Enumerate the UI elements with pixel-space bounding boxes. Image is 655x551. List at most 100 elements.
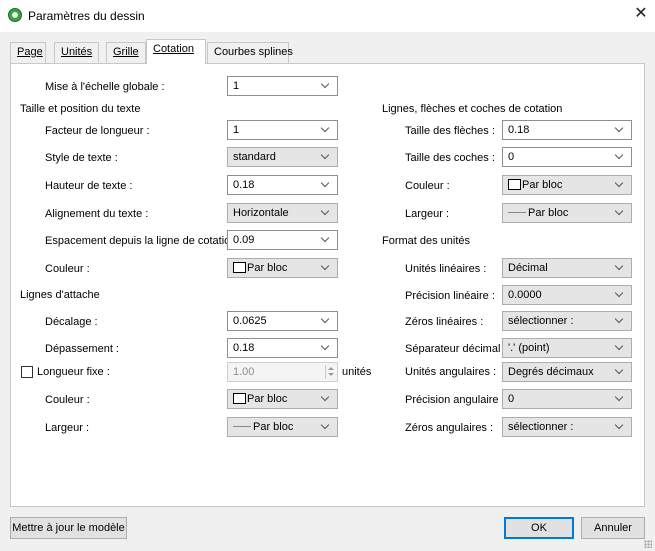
chevron-down-icon [615, 289, 625, 299]
line-width-select[interactable]: Par bloc [502, 203, 632, 223]
chevron-down-icon [321, 207, 331, 217]
ext-width-label: Largeur : [45, 422, 90, 434]
chevron-down-icon [321, 315, 331, 325]
chevron-down-icon [321, 124, 331, 134]
combo-value: '.' (point) [508, 342, 550, 354]
global-scale-label: Mise à l'échelle globale : [45, 81, 165, 93]
chevron-down-icon [321, 234, 331, 244]
chevron-down-icon [321, 80, 331, 90]
combo-value: Décimal [508, 262, 548, 274]
combo-value: 0.0000 [508, 289, 542, 301]
linear-units-label: Unités linéaires : [405, 263, 487, 275]
chevron-down-icon [615, 179, 625, 189]
chevron-down-icon [321, 262, 331, 272]
linear-precision-label: Précision linéaire : [405, 290, 495, 302]
chevron-down-icon [321, 179, 331, 189]
tab-label: Grille [113, 46, 139, 58]
line-width-icon [233, 426, 251, 427]
fixed-length-unit: unités [342, 366, 372, 378]
section-extension: Lignes d'attache [20, 289, 100, 301]
tab-units[interactable]: Unités [54, 42, 99, 63]
line-width-icon [508, 212, 526, 213]
tab-splines[interactable]: Courbes splines [207, 42, 293, 63]
cancel-button[interactable]: Annuler [581, 517, 645, 539]
line-color-label: Couleur : [405, 180, 450, 192]
resize-grip-icon[interactable] [644, 540, 652, 548]
combo-value: 1 [233, 124, 240, 136]
combo-value: 0.09 [233, 234, 255, 246]
linear-zeros-label: Zéros linéaires : [405, 316, 484, 328]
arrow-size-combo[interactable]: 0.18 [502, 120, 632, 140]
linear-units-select[interactable]: Décimal [502, 258, 632, 278]
tab-page[interactable]: Page [10, 42, 46, 63]
tab-label: Unités [61, 46, 93, 58]
overshoot-label: Dépassement : [45, 343, 119, 355]
angular-zeros-select[interactable]: sélectionner : [502, 417, 632, 437]
combo-value: Par bloc [247, 262, 288, 274]
decimal-sep-select[interactable]: '.' (point) [502, 338, 632, 358]
chevron-down-icon [615, 421, 625, 431]
combo-value: 0 [508, 151, 515, 163]
window-title: Paramètres du dessin [28, 9, 145, 23]
combo-value: sélectionner : [508, 315, 574, 327]
offset-combo[interactable]: 0.0625 [227, 311, 338, 331]
overshoot-combo[interactable]: 0.18 [227, 338, 338, 358]
color-swatch [508, 179, 521, 190]
angular-units-label: Unités angulaires : [405, 366, 497, 378]
length-factor-label: Facteur de longueur : [45, 125, 150, 137]
fixed-length-checkbox[interactable] [21, 366, 33, 378]
text-color-label: Couleur : [45, 263, 90, 275]
linear-zeros-select[interactable]: sélectionner : [502, 311, 632, 331]
chevron-down-icon [615, 151, 625, 161]
text-color-select[interactable]: Par bloc [227, 258, 338, 278]
combo-value: Par bloc [247, 393, 288, 405]
tab-dimension[interactable]: Cotation [146, 39, 206, 64]
tick-size-label: Taille des coches : [405, 152, 495, 164]
combo-value: 1 [233, 80, 240, 92]
section-lines: Lignes, flèches et coches de cotation [382, 103, 563, 115]
chevron-down-icon [615, 315, 625, 325]
decimal-sep-label: Séparateur décimal : [405, 343, 507, 355]
text-height-label: Hauteur de texte : [45, 180, 133, 192]
spacing-label: Espacement depuis la ligne de cotation : [45, 235, 243, 247]
update-model-button[interactable]: Mettre à jour le modèle [10, 517, 127, 539]
ok-button[interactable]: OK [504, 517, 574, 539]
combo-value: standard [233, 151, 276, 163]
offset-label: Décalage : [45, 316, 98, 328]
line-width-label: Largeur : [405, 208, 450, 220]
close-icon[interactable]: ✕ [633, 6, 649, 22]
linear-precision-select[interactable]: 0.0000 [502, 285, 632, 305]
spacing-combo[interactable]: 0.09 [227, 230, 338, 250]
fixed-length-spinbox[interactable]: 1.00 [227, 362, 338, 382]
text-align-label: Alignement du texte : [45, 208, 149, 220]
text-align-select[interactable]: Horizontale [227, 203, 338, 223]
tab-grid[interactable]: Grille [106, 42, 146, 63]
chevron-down-icon [615, 393, 625, 403]
color-swatch [233, 262, 246, 273]
section-text: Taille et position du texte [20, 103, 141, 115]
ext-width-select[interactable]: Par bloc [227, 417, 338, 437]
spin-value: 1.00 [233, 366, 255, 378]
combo-value: sélectionner : [508, 421, 574, 433]
tick-size-combo[interactable]: 0 [502, 147, 632, 167]
length-factor-combo[interactable]: 1 [227, 120, 338, 140]
combo-value: 0.0625 [233, 315, 267, 327]
tab-label: Courbes splines [214, 46, 293, 58]
ext-color-label: Couleur : [45, 394, 90, 406]
combo-value: 0.18 [233, 342, 255, 354]
tab-label: Cotation [153, 43, 194, 55]
text-style-select[interactable]: standard [227, 147, 338, 167]
color-swatch [233, 393, 246, 404]
chevron-down-icon [321, 393, 331, 403]
spinner-arrows-icon[interactable] [325, 365, 334, 379]
ext-color-select[interactable]: Par bloc [227, 389, 338, 409]
combo-value: 0.18 [233, 179, 255, 191]
line-color-select[interactable]: Par bloc [502, 175, 632, 195]
chevron-down-icon [321, 421, 331, 431]
global-scale-combo[interactable]: 1 [227, 76, 338, 96]
angular-units-select[interactable]: Degrés décimaux [502, 362, 632, 382]
combo-value: Par bloc [528, 207, 569, 219]
chevron-down-icon [615, 366, 625, 376]
angular-precision-select[interactable]: 0 [502, 389, 632, 409]
text-height-combo[interactable]: 0.18 [227, 175, 338, 195]
